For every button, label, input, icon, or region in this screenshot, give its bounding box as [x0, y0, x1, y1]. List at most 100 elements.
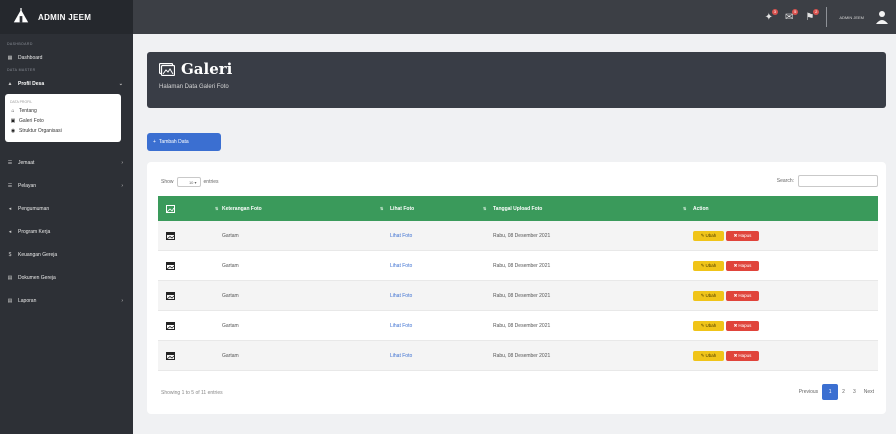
lihat-foto-link[interactable]: Lihat Foto — [390, 323, 412, 329]
sidebar-item-pelayan[interactable]: ☰ Pelayan › — [0, 177, 133, 194]
sidebar-item-jemaat[interactable]: ☰ Jemaat › — [0, 154, 133, 171]
search-input[interactable] — [798, 175, 878, 187]
image-icon — [166, 321, 175, 330]
report-icon: ▤ — [7, 297, 13, 304]
lihat-foto-link[interactable]: Lihat Foto — [390, 353, 412, 359]
delete-label: Hapus — [738, 323, 752, 328]
lihat-foto-link[interactable]: Lihat Foto — [390, 233, 412, 239]
brand-name: ADMIN JEEM — [38, 12, 92, 22]
edit-button[interactable]: ✎ Ubah — [693, 290, 724, 301]
row-lihat-foto-link[interactable]: Lihat Foto — [377, 323, 480, 329]
brand[interactable]: ADMIN JEEM — [0, 0, 133, 34]
edit-button[interactable]: ✎ Ubah — [693, 230, 724, 241]
table-row: Gartam Lihat Foto Rabu, 08 Desember 2021 ✎ U… — [158, 251, 878, 281]
image-icon — [166, 351, 175, 360]
pagination-next[interactable]: Next — [860, 384, 878, 400]
sidebar-heading-main: Dashboard — [7, 42, 33, 46]
pencil-icon: ✎ — [700, 292, 705, 298]
edit-label: Ubah — [705, 263, 717, 268]
row-actions: ✎ Ubah ✖ Hapus — [680, 350, 878, 361]
sitemap-icon: ◉ — [10, 128, 16, 134]
sidebar-item-laporan[interactable]: ▤ Laporan › — [0, 292, 133, 309]
search-control: Search: — [777, 175, 878, 187]
column-header-action[interactable]: ⇅ Action — [680, 206, 878, 212]
edit-button[interactable]: ✎ Ubah — [693, 350, 724, 361]
edit-button[interactable]: ✎ Ubah — [693, 320, 724, 331]
delete-label: Hapus — [738, 233, 752, 238]
entries-select[interactable]: 10 ▾ — [176, 177, 201, 187]
sidebar-item-label: Laporan — [18, 297, 37, 304]
image-icon — [166, 231, 175, 240]
pagination-page-2[interactable]: 2 — [838, 384, 849, 400]
row-lihat-foto-link[interactable]: Lihat Foto — [377, 263, 480, 269]
delete-label: Hapus — [738, 263, 752, 268]
image-icon — [166, 261, 175, 270]
trash-icon: ✖ — [733, 232, 738, 238]
delete-button[interactable]: ✖ Hapus — [726, 290, 759, 301]
sidebar-item-label: Pengumuman — [18, 205, 50, 212]
pagination-page-3[interactable]: 3 — [849, 384, 860, 400]
column-header-keterangan[interactable]: ⇅ Keterangan Foto — [212, 206, 377, 212]
row-actions: ✎ Ubah ✖ Hapus — [680, 260, 878, 271]
user-name[interactable]: ADMIN JEEM — [839, 15, 864, 20]
briefcase-icon: ◂ — [8, 228, 12, 235]
sidebar-item-dokumen-gereja[interactable]: ▤ Dokumen Gereja — [0, 269, 133, 286]
sidebar-item-pengumuman[interactable]: ◂ Pengumuman — [0, 200, 133, 217]
sidebar-item-keuangan-gereja[interactable]: $ Keuangan Gereja — [0, 246, 133, 263]
users-icon: ☰ — [7, 159, 13, 166]
table-info: Showing 1 to 5 of 11 entries — [161, 390, 223, 396]
sidebar-item-profil-desa[interactable]: ▲ Profil Desa ⌄ — [0, 75, 133, 92]
home-icon: ⌂ — [11, 108, 15, 114]
column-label: Keterangan Foto — [222, 205, 262, 212]
row-image-cell — [158, 261, 212, 270]
submenu-item-label: Tentang — [19, 108, 37, 114]
lihat-foto-link[interactable]: Lihat Foto — [390, 263, 412, 269]
add-data-button[interactable]: + Tambah Data — [147, 133, 221, 151]
message-icon[interactable]: ✉ 5 — [785, 8, 799, 23]
edit-label: Ubah — [705, 353, 717, 358]
column-header-image[interactable] — [158, 204, 212, 213]
delete-button[interactable]: ✖ Hapus — [726, 320, 759, 331]
column-header-lihat[interactable]: ⇅ Lihat Foto — [377, 206, 480, 212]
row-actions: ✎ Ubah ✖ Hapus — [680, 290, 878, 301]
bell-icon[interactable]: ✦ 3 — [765, 8, 778, 23]
sidebar-heading-section: Data Master — [7, 68, 36, 72]
topbar-divider — [826, 7, 828, 27]
table-row: Gartam Lihat Foto Rabu, 08 Desember 2021 ✎ U… — [158, 341, 878, 371]
row-lihat-foto-link[interactable]: Lihat Foto — [377, 233, 480, 239]
sort-icon: ⇅ — [683, 206, 687, 211]
flag-icon[interactable]: ⚑ 2 — [805, 8, 820, 23]
column-label: Action — [693, 205, 709, 212]
topbar: ✦ 3 ✉ 5 ⚑ 2 ADMIN JEEM — [133, 0, 896, 34]
row-keterangan: Gartam — [222, 352, 239, 359]
delete-button[interactable]: ✖ Hapus — [726, 260, 759, 271]
row-tanggal: Rabu, 08 Desember 2021 — [493, 262, 551, 269]
pagination-page-1[interactable]: 1 — [822, 384, 839, 400]
user-avatar-icon[interactable] — [876, 10, 888, 24]
delete-label: Hapus — [738, 353, 752, 358]
row-lihat-foto-link[interactable]: Lihat Foto — [377, 353, 480, 359]
plus-icon: + — [153, 139, 156, 145]
table-row: Gartam Lihat Foto Rabu, 08 Desember 2021 ✎ U… — [158, 311, 878, 341]
submenu-item-tentang[interactable]: ⌂ Tentang — [10, 106, 116, 116]
submenu-item-galeri-foto[interactable]: ▣ Galeri Foto — [10, 116, 116, 126]
row-lihat-foto-link[interactable]: Lihat Foto — [377, 293, 480, 299]
entries-control: Show 10 ▾ entries — [161, 177, 219, 187]
chevron-right-icon: › — [121, 297, 123, 304]
pencil-icon: ✎ — [700, 232, 705, 238]
bullhorn-icon: ◂ — [8, 205, 12, 212]
submenu-item-struktur-organisasi[interactable]: ◉ Struktur Organisasi — [10, 126, 116, 136]
sidebar-item-dashboard[interactable]: ▦ Dashboard — [0, 49, 133, 66]
edit-label: Ubah — [705, 293, 717, 298]
sort-icon: ⇅ — [483, 205, 487, 211]
column-header-tanggal[interactable]: ⇅ Tanggal Upload Foto — [480, 206, 680, 212]
table-row: Gartam Lihat Foto Rabu, 08 Desember 2021 ✎ U… — [158, 281, 878, 311]
delete-button[interactable]: ✖ Hapus — [726, 350, 759, 361]
sidebar-item-program-kerja[interactable]: ◂ Program Kerja — [0, 223, 133, 240]
pencil-icon: ✎ — [700, 352, 705, 358]
sidebar-item-label: Keuangan Gereja — [18, 251, 58, 258]
pagination-previous[interactable]: Previous — [795, 384, 822, 400]
edit-button[interactable]: ✎ Ubah — [693, 260, 724, 271]
delete-button[interactable]: ✖ Hapus — [726, 230, 759, 241]
lihat-foto-link[interactable]: Lihat Foto — [390, 293, 412, 299]
